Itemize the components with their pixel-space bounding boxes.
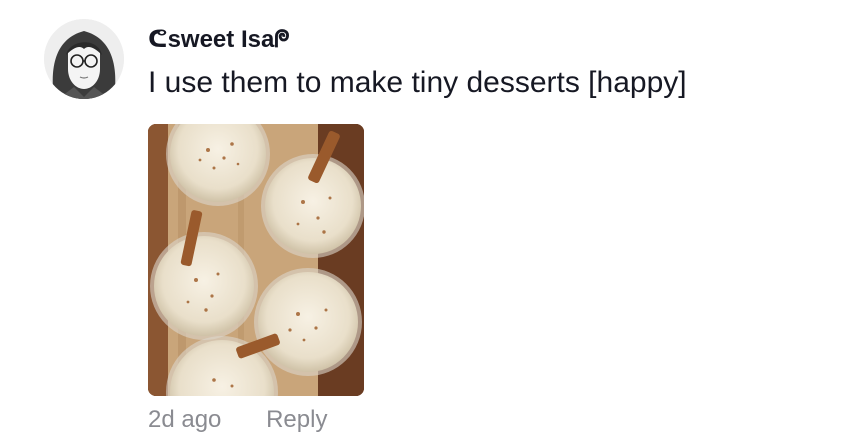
- comment-meta: 2d ago Reply: [148, 404, 327, 432]
- reply-button[interactable]: Reply: [266, 404, 327, 432]
- avatar[interactable]: [44, 19, 124, 99]
- comment-photo[interactable]: [148, 124, 364, 396]
- comment-item: ᕦsweet Isaᖘ I use them to make tiny dess…: [0, 0, 848, 432]
- username[interactable]: ᕦsweet Isaᖘ: [148, 24, 290, 56]
- timestamp: 2d ago: [148, 406, 222, 432]
- avatar-image: [44, 19, 124, 99]
- comment-text: I use them to make tiny desserts [happy]: [148, 66, 687, 99]
- dessert-photo-image: [148, 124, 364, 396]
